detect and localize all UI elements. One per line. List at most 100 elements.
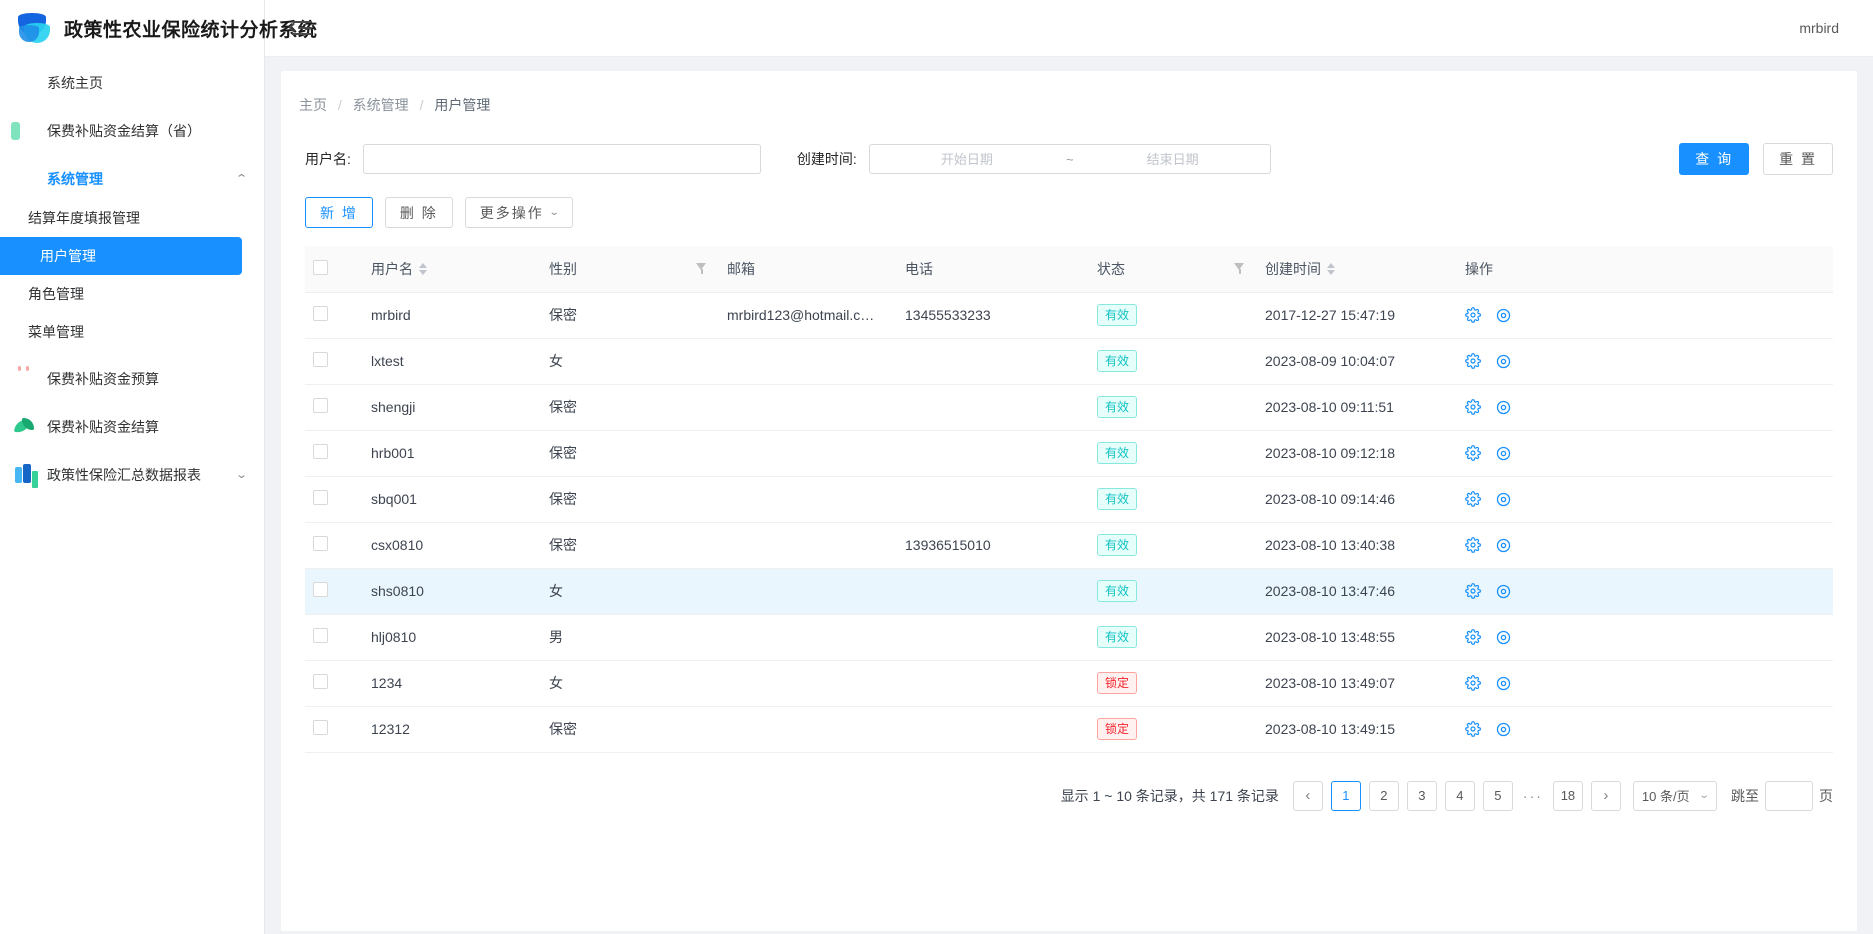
- cell-email: [719, 706, 897, 753]
- filter-bar: 用户名: 创建时间: ~ 查 询 重 置: [281, 115, 1857, 175]
- filter-icon[interactable]: [1234, 263, 1245, 275]
- table-row[interactable]: csx0810 保密 13936515010 有效 2023-08-10 13:40:3…: [305, 522, 1833, 569]
- status-badge: 锁定: [1097, 672, 1138, 694]
- gear-icon[interactable]: [1465, 537, 1481, 553]
- eye-icon[interactable]: [1495, 445, 1512, 462]
- gear-icon[interactable]: [1465, 399, 1481, 415]
- cell-checkbox: [305, 614, 363, 661]
- page-button-2[interactable]: 2: [1368, 780, 1399, 811]
- th-username[interactable]: 用户名: [363, 246, 541, 293]
- cell-status: 有效: [1089, 338, 1257, 385]
- current-user-label[interactable]: mrbird: [1799, 20, 1839, 36]
- page-jump-input[interactable]: [1765, 780, 1813, 811]
- gear-icon[interactable]: [1465, 721, 1481, 737]
- query-button[interactable]: 查 询: [1679, 143, 1750, 175]
- menu-fold-icon[interactable]: [287, 17, 313, 39]
- row-checkbox[interactable]: [313, 352, 328, 367]
- row-checkbox[interactable]: [313, 444, 328, 459]
- column-label: 性别: [549, 260, 577, 277]
- th-created[interactable]: 创建时间: [1257, 246, 1457, 293]
- row-checkbox[interactable]: [313, 720, 328, 735]
- table-row[interactable]: sbq001 保密 有效 2023-08-10 09:14:46: [305, 476, 1833, 523]
- row-checkbox[interactable]: [313, 582, 328, 597]
- sidebar-item-user-management[interactable]: 用户管理: [0, 237, 242, 275]
- eye-icon[interactable]: [1495, 629, 1512, 646]
- cell-operations: [1457, 568, 1833, 615]
- sidebar-group-policy-insurance-reports[interactable]: 政策性保险汇总数据报表 ⌄: [0, 455, 264, 495]
- eye-icon[interactable]: [1495, 307, 1512, 324]
- app-root: 政策性农业保险统计分析系统 系统主页 保费补贴资金结算（省） 系统管理 ⌃ 结算…: [0, 0, 1873, 934]
- gear-icon[interactable]: [1465, 307, 1481, 323]
- delete-button[interactable]: 删 除: [384, 197, 453, 228]
- cell-phone: [897, 430, 1089, 477]
- row-checkbox[interactable]: [313, 398, 328, 413]
- prev-page-button[interactable]: ‹: [1292, 780, 1323, 811]
- page-jump-suffix: 页: [1819, 787, 1833, 804]
- row-checkbox[interactable]: [313, 628, 328, 643]
- sidebar-item-settlement-year-report[interactable]: 结算年度填报管理: [0, 199, 264, 237]
- sidebar-item-system-home[interactable]: 系统主页: [0, 63, 264, 103]
- page-button-3[interactable]: 3: [1406, 780, 1437, 811]
- next-page-button[interactable]: ›: [1590, 780, 1621, 811]
- reset-button[interactable]: 重 置: [1763, 143, 1833, 175]
- page-button-1[interactable]: 1: [1330, 780, 1361, 811]
- row-checkbox[interactable]: [313, 674, 328, 689]
- gear-icon[interactable]: [1465, 353, 1481, 369]
- add-button[interactable]: 新 增: [305, 197, 373, 228]
- page-button-5[interactable]: 5: [1482, 780, 1513, 811]
- table-row[interactable]: mrbird 保密 mrbird123@hotmail.c… 13455533233 有…: [305, 292, 1833, 339]
- eye-icon[interactable]: [1495, 675, 1512, 692]
- page-size-select[interactable]: 10 条/页 ⌄: [1632, 780, 1717, 811]
- cell-gender: 女: [541, 568, 719, 615]
- sidebar-group-system-management[interactable]: 系统管理 ⌃: [0, 159, 264, 199]
- cell-gender: 保密: [541, 476, 719, 523]
- table-row[interactable]: shengji 保密 有效 2023-08-10 09:11:51: [305, 384, 1833, 431]
- filter-icon[interactable]: [696, 263, 707, 275]
- sort-icon[interactable]: [1327, 262, 1335, 275]
- gear-icon[interactable]: [1465, 629, 1481, 645]
- username-input[interactable]: [362, 144, 761, 174]
- eye-icon[interactable]: [1495, 537, 1512, 554]
- cell-status: 有效: [1089, 292, 1257, 339]
- page-button-4[interactable]: 4: [1444, 780, 1475, 811]
- table-row[interactable]: hrb001 保密 有效 2023-08-10 09:12:18: [305, 430, 1833, 477]
- sidebar-item-menu-management[interactable]: 菜单管理: [0, 313, 264, 351]
- table-row[interactable]: hlj0810 男 有效 2023-08-10 13:48:55: [305, 614, 1833, 661]
- sort-icon[interactable]: [419, 262, 427, 275]
- table-row[interactable]: 1234 女 锁定 2023-08-10 13:49:07: [305, 660, 1833, 707]
- row-checkbox[interactable]: [313, 536, 328, 551]
- eye-icon[interactable]: [1495, 721, 1512, 738]
- select-all-checkbox[interactable]: [313, 259, 328, 275]
- breadcrumb-item-home[interactable]: 主页: [299, 97, 327, 113]
- sidebar-item-premium-subsidy-settlement[interactable]: 保费补贴资金结算: [0, 407, 264, 447]
- cell-created: 2023-08-10 13:49:15: [1257, 706, 1457, 753]
- more-operations-button[interactable]: 更多操作 ⌄: [464, 197, 574, 228]
- eye-icon[interactable]: [1495, 583, 1512, 600]
- breadcrumb-separator: /: [419, 97, 424, 113]
- row-checkbox[interactable]: [313, 490, 328, 505]
- gear-icon[interactable]: [1465, 583, 1481, 599]
- table-row[interactable]: shs0810 女 有效 2023-08-10 13:47:46: [305, 568, 1833, 615]
- sidebar-item-premium-subsidy-settlement-province[interactable]: 保费补贴资金结算（省）: [0, 111, 264, 151]
- eye-icon[interactable]: [1495, 353, 1512, 370]
- gear-icon[interactable]: [1465, 445, 1481, 461]
- sidebar-item-role-management[interactable]: 角色管理: [0, 275, 264, 313]
- eye-icon[interactable]: [1495, 399, 1512, 416]
- sidebar-item-premium-subsidy-budget[interactable]: 保费补贴资金预算: [0, 359, 264, 399]
- home-icon: [14, 72, 36, 94]
- end-date-input[interactable]: [1075, 145, 1270, 173]
- table-row[interactable]: lxtest 女 有效 2023-08-09 10:04:07: [305, 338, 1833, 385]
- eye-icon[interactable]: [1495, 491, 1512, 508]
- page-button-last[interactable]: 18: [1552, 780, 1583, 811]
- breadcrumb-item-system-management[interactable]: 系统管理: [353, 97, 409, 113]
- cell-created: 2017-12-27 15:47:19: [1257, 292, 1457, 339]
- table-row[interactable]: 12312 保密 锁定 2023-08-10 13:49:15: [305, 706, 1833, 753]
- gear-icon[interactable]: [1465, 491, 1481, 507]
- cell-operations: [1457, 292, 1833, 339]
- gear-icon[interactable]: [1465, 675, 1481, 691]
- row-checkbox[interactable]: [313, 306, 328, 321]
- create-time-range-picker[interactable]: ~: [868, 144, 1271, 174]
- start-date-input[interactable]: [869, 145, 1064, 173]
- cell-operations: [1457, 476, 1833, 523]
- cell-operations: [1457, 660, 1833, 707]
